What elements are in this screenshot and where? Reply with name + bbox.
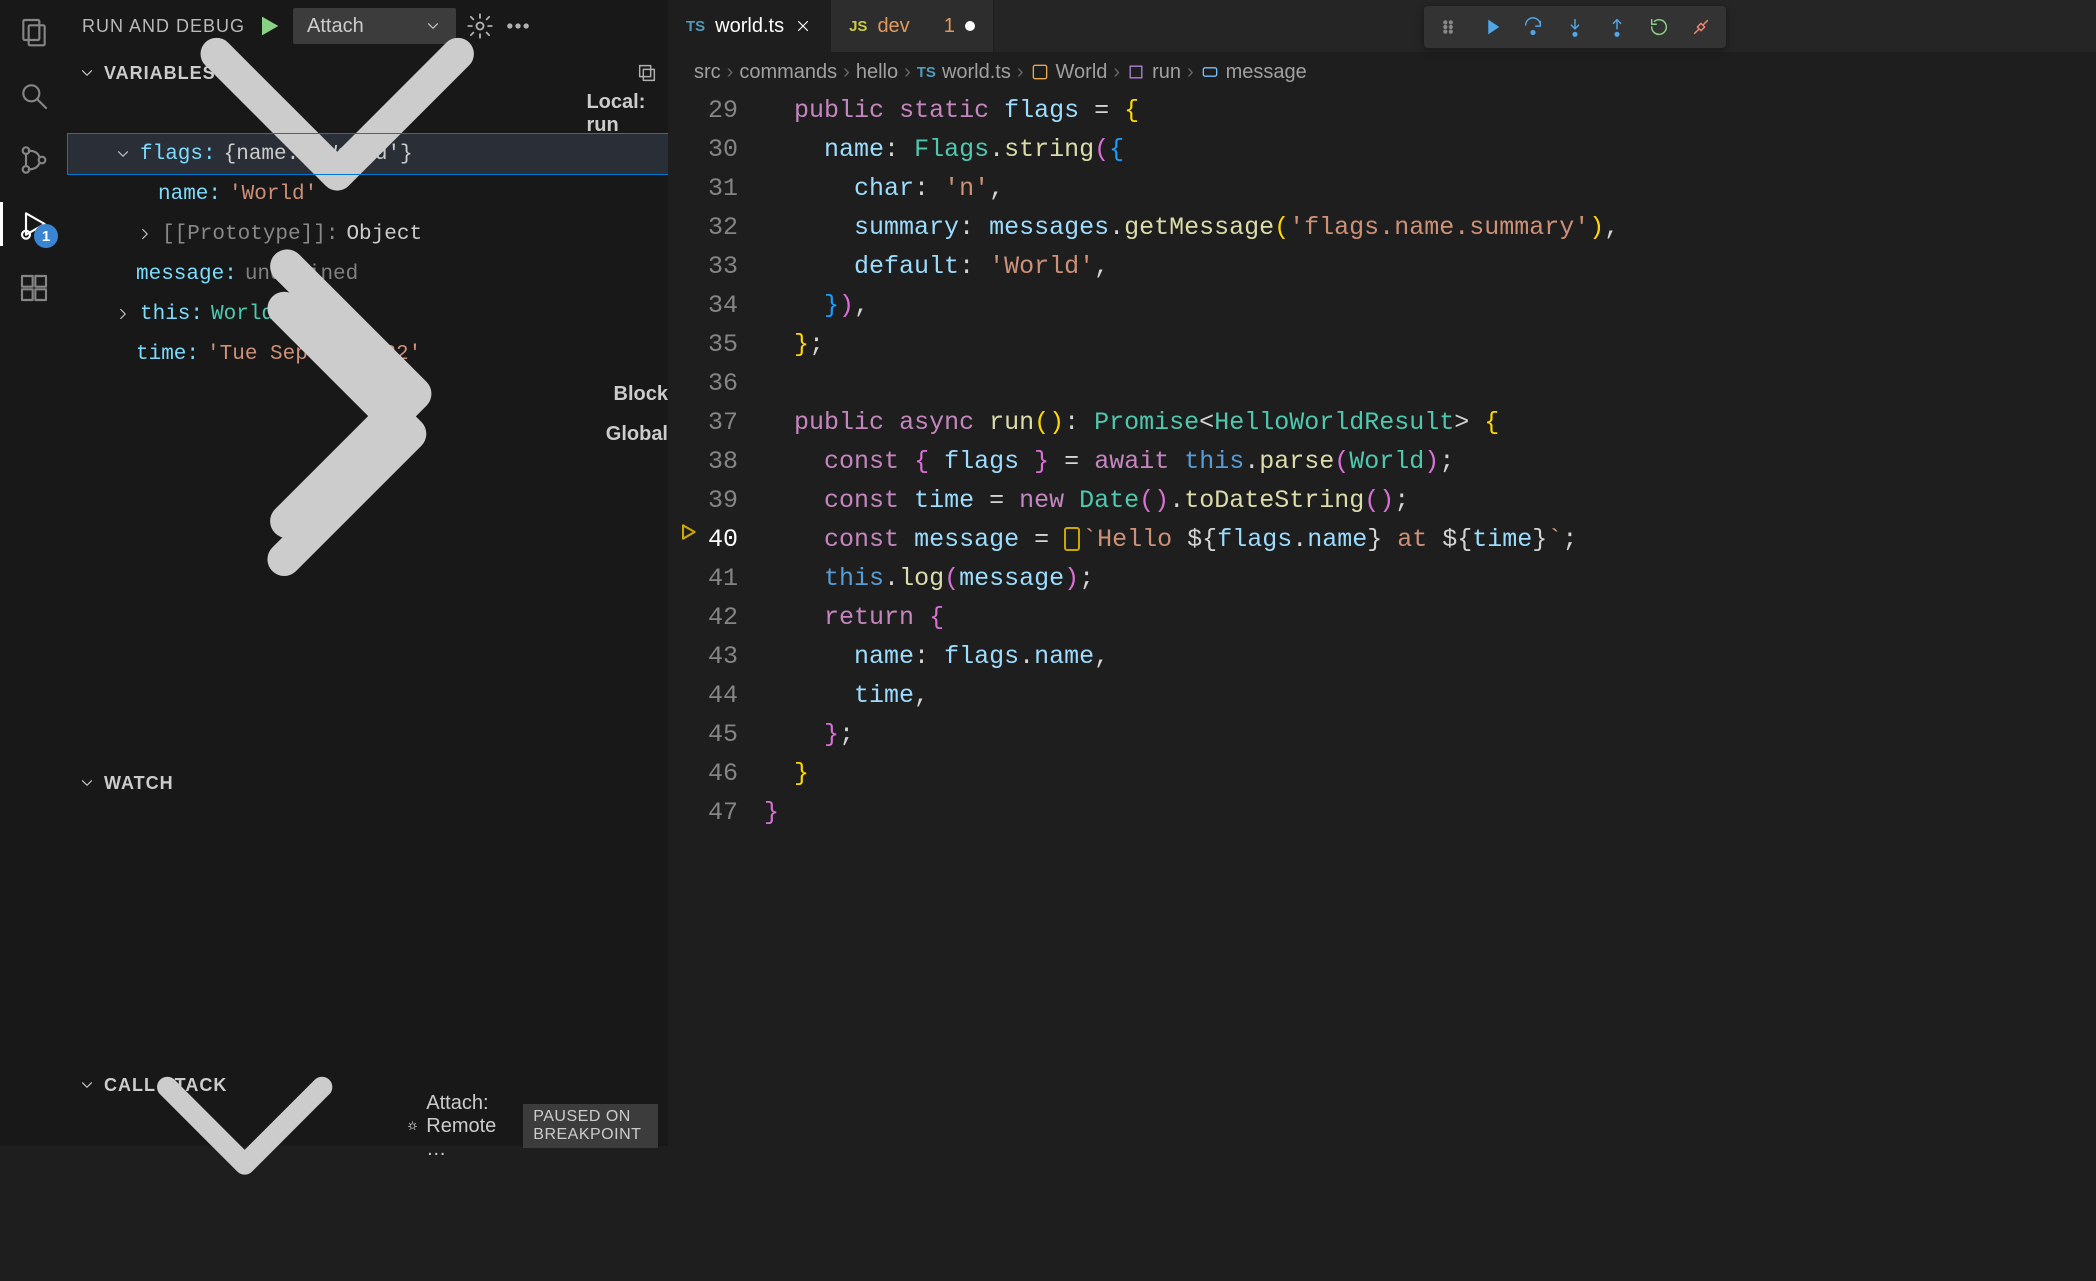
code-content[interactable]: public static flags = { name: Flags.stri… — [764, 92, 1619, 1146]
line-gutter: 29 30 31 32 33 34 35 36 37 38 39 40 41 4… — [668, 92, 764, 1146]
breadcrumb-item[interactable]: src — [694, 61, 721, 84]
callstack-label: Attach: Remote … — [426, 1092, 515, 1161]
scope-local-label: Local: run — [586, 91, 668, 137]
close-icon[interactable] — [794, 17, 812, 35]
breakpoint-icon[interactable] — [678, 522, 698, 542]
chevron-down-icon — [78, 774, 96, 792]
scope-local[interactable]: Local: run — [68, 94, 668, 134]
ts-file-icon: TS — [917, 64, 936, 81]
debug-toolbar[interactable] — [1424, 6, 1726, 48]
breadcrumb-item[interactable]: hello — [856, 61, 898, 84]
restart-icon[interactable] — [1648, 16, 1670, 38]
breadcrumb-item[interactable]: TSworld.ts — [917, 61, 1011, 84]
source-control-icon[interactable] — [16, 142, 52, 178]
chevron-down-icon — [90, 971, 399, 1280]
debug-badge: 1 — [34, 224, 58, 248]
tab-label: dev — [877, 15, 909, 38]
class-icon — [1030, 62, 1050, 82]
breadcrumb[interactable]: src› commands› hello› TSworld.ts› World›… — [668, 52, 2096, 92]
tab-world-ts[interactable]: TS world.ts — [668, 0, 831, 52]
run-debug-icon[interactable]: 1 — [16, 206, 52, 242]
callstack-item[interactable]: Attach: Remote … PAUSED ON BREAKPOINT — [68, 1106, 668, 1146]
scope-global[interactable]: Global — [68, 414, 668, 454]
scope-block-label: Block — [614, 383, 668, 406]
js-file-icon: JS — [849, 18, 867, 35]
editor-body[interactable]: 29 30 31 32 33 34 35 36 37 38 39 40 41 4… — [668, 92, 2096, 1146]
modified-dot-icon — [965, 21, 975, 31]
debug-side-panel: RUN AND DEBUG Attach VARIABLES Local: ru… — [68, 0, 668, 1146]
breadcrumb-item[interactable]: run — [1126, 61, 1181, 84]
collapse-all-icon[interactable] — [636, 62, 658, 84]
tab-modified-count: 1 — [944, 15, 955, 38]
breadcrumb-item[interactable]: World — [1030, 61, 1108, 84]
editor-area: TS world.ts JS dev 1 src› commands› hell… — [668, 0, 2096, 1146]
tab-label: world.ts — [715, 15, 784, 38]
continue-icon[interactable] — [1480, 16, 1502, 38]
explorer-icon[interactable] — [16, 14, 52, 50]
editor-tabs: TS world.ts JS dev 1 — [668, 0, 2096, 52]
activity-bar: 1 — [0, 0, 68, 1146]
method-icon — [1126, 62, 1146, 82]
bug-icon — [407, 1116, 418, 1136]
step-over-icon[interactable] — [1522, 16, 1544, 38]
chevron-down-icon — [78, 64, 96, 82]
grip-icon[interactable] — [1438, 16, 1460, 38]
breadcrumb-item[interactable]: message — [1200, 61, 1307, 84]
variable-icon — [1200, 62, 1220, 82]
watch-title: WATCH — [104, 773, 174, 794]
variables-tree: Local: run flags: {name: 'World'} name: … — [68, 94, 668, 454]
ts-file-icon: TS — [686, 18, 705, 35]
tab-dev-js[interactable]: JS dev 1 — [831, 0, 994, 52]
execution-pointer-icon — [1064, 527, 1080, 551]
scope-global-label: Global — [606, 423, 668, 446]
extensions-icon[interactable] — [16, 270, 52, 306]
disconnect-icon[interactable] — [1690, 16, 1712, 38]
step-out-icon[interactable] — [1606, 16, 1628, 38]
watch-section-header[interactable]: WATCH — [68, 762, 668, 804]
paused-badge: PAUSED ON BREAKPOINT — [523, 1104, 658, 1148]
breadcrumb-item[interactable]: commands — [739, 61, 837, 84]
search-icon[interactable] — [16, 78, 52, 114]
step-into-icon[interactable] — [1564, 16, 1586, 38]
